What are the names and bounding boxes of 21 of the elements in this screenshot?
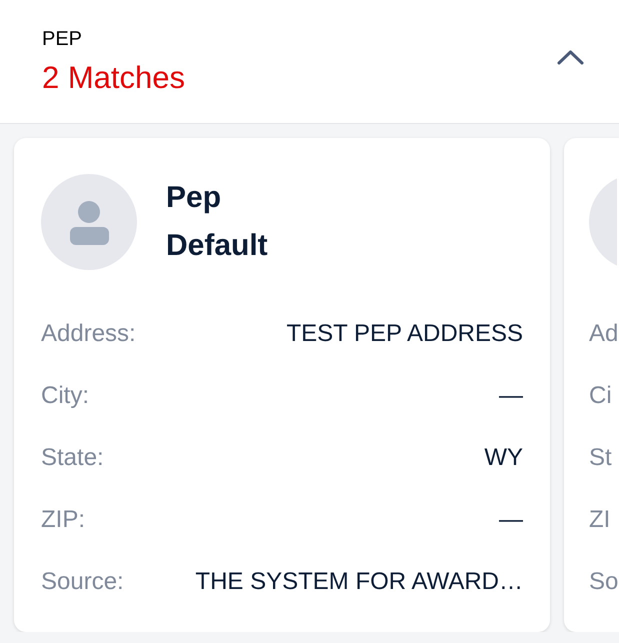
field-label: City: xyxy=(41,381,89,411)
field-value: — xyxy=(499,381,523,411)
avatar-icon xyxy=(41,174,137,270)
field-value: — xyxy=(499,505,523,535)
field-value: WY xyxy=(484,443,523,473)
field-label: State: xyxy=(41,443,104,473)
field-value: THE SYSTEM FOR AWARD… xyxy=(195,567,523,597)
section-title: PEP xyxy=(42,26,84,52)
field-label: St xyxy=(589,443,612,473)
field-label: Source: xyxy=(41,567,124,597)
field-label: Address: xyxy=(41,319,136,349)
field-label: ZIP: xyxy=(41,505,86,535)
match-name: Pep xyxy=(166,180,222,216)
match-subtitle: Default xyxy=(166,228,268,264)
match-count: 2 Matches xyxy=(42,58,186,96)
chevron-up-icon xyxy=(556,50,584,65)
field-label: So xyxy=(589,567,618,597)
field-label: Ad xyxy=(589,319,618,349)
field-value: TEST PEP ADDRESS xyxy=(286,319,523,349)
field-label: ZI xyxy=(589,505,610,535)
field-label: Ci xyxy=(589,381,612,411)
